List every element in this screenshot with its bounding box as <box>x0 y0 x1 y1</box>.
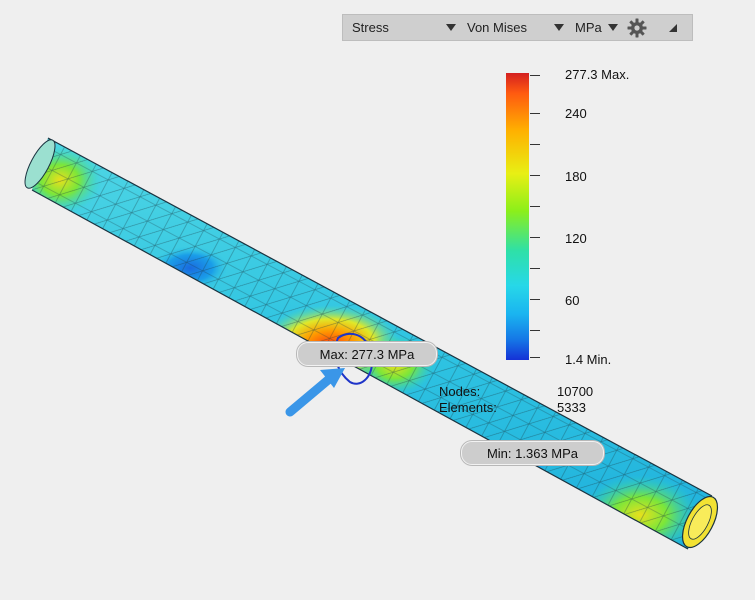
min-stress-callout[interactable]: Min: 1.363 MPa <box>461 441 604 465</box>
result-toolbar: Stress Von Mises MPa <box>342 14 693 41</box>
legend-ticks <box>530 73 542 360</box>
settings-gear-icon[interactable] <box>627 18 647 38</box>
legend-tick-label: 180 <box>565 169 587 184</box>
elements-label: Elements: <box>439 400 497 415</box>
criterion-dropdown[interactable]: Von Mises <box>467 15 527 40</box>
unit-value: MPa <box>575 20 602 35</box>
chevron-down-icon[interactable] <box>446 24 456 31</box>
stress-color-legend <box>506 73 529 360</box>
min-stress-text: Min: 1.363 MPa <box>486 445 579 461</box>
legend-tick <box>530 206 540 207</box>
load-arrow-icon[interactable] <box>285 368 345 417</box>
max-stress-callout[interactable]: Max: 277.3 MPa <box>297 342 437 366</box>
legend-tick <box>530 113 540 114</box>
legend-tick-label: 240 <box>565 106 587 121</box>
max-stress-text: Max: 277.3 MPa <box>319 346 415 362</box>
chevron-down-icon[interactable] <box>554 24 564 31</box>
legend-tick <box>530 75 540 76</box>
criterion-value: Von Mises <box>467 20 527 35</box>
legend-tick <box>530 330 540 331</box>
result-type-dropdown[interactable]: Stress <box>352 15 389 40</box>
legend-tick <box>530 357 540 358</box>
unit-dropdown[interactable]: MPa <box>575 15 618 40</box>
chevron-down-icon <box>607 24 618 31</box>
result-type-value: Stress <box>352 20 389 35</box>
legend-max-label: 277.3 Max. <box>565 67 630 82</box>
legend-tick <box>530 175 540 176</box>
collapse-triangle-icon[interactable] <box>667 22 679 34</box>
nodes-label: Nodes: <box>439 384 481 399</box>
elements-value: 5333 <box>557 400 586 415</box>
legend-tick <box>530 144 540 145</box>
legend-tick-label: 60 <box>565 293 580 308</box>
legend-tick <box>530 299 540 300</box>
model-viewport[interactable] <box>0 0 755 600</box>
legend-min-label: 1.4 Min. <box>565 352 612 367</box>
nodes-value: 10700 <box>557 384 594 399</box>
legend-tick <box>530 268 540 269</box>
legend-tick-label: 120 <box>565 231 587 246</box>
legend-tick <box>530 237 540 238</box>
